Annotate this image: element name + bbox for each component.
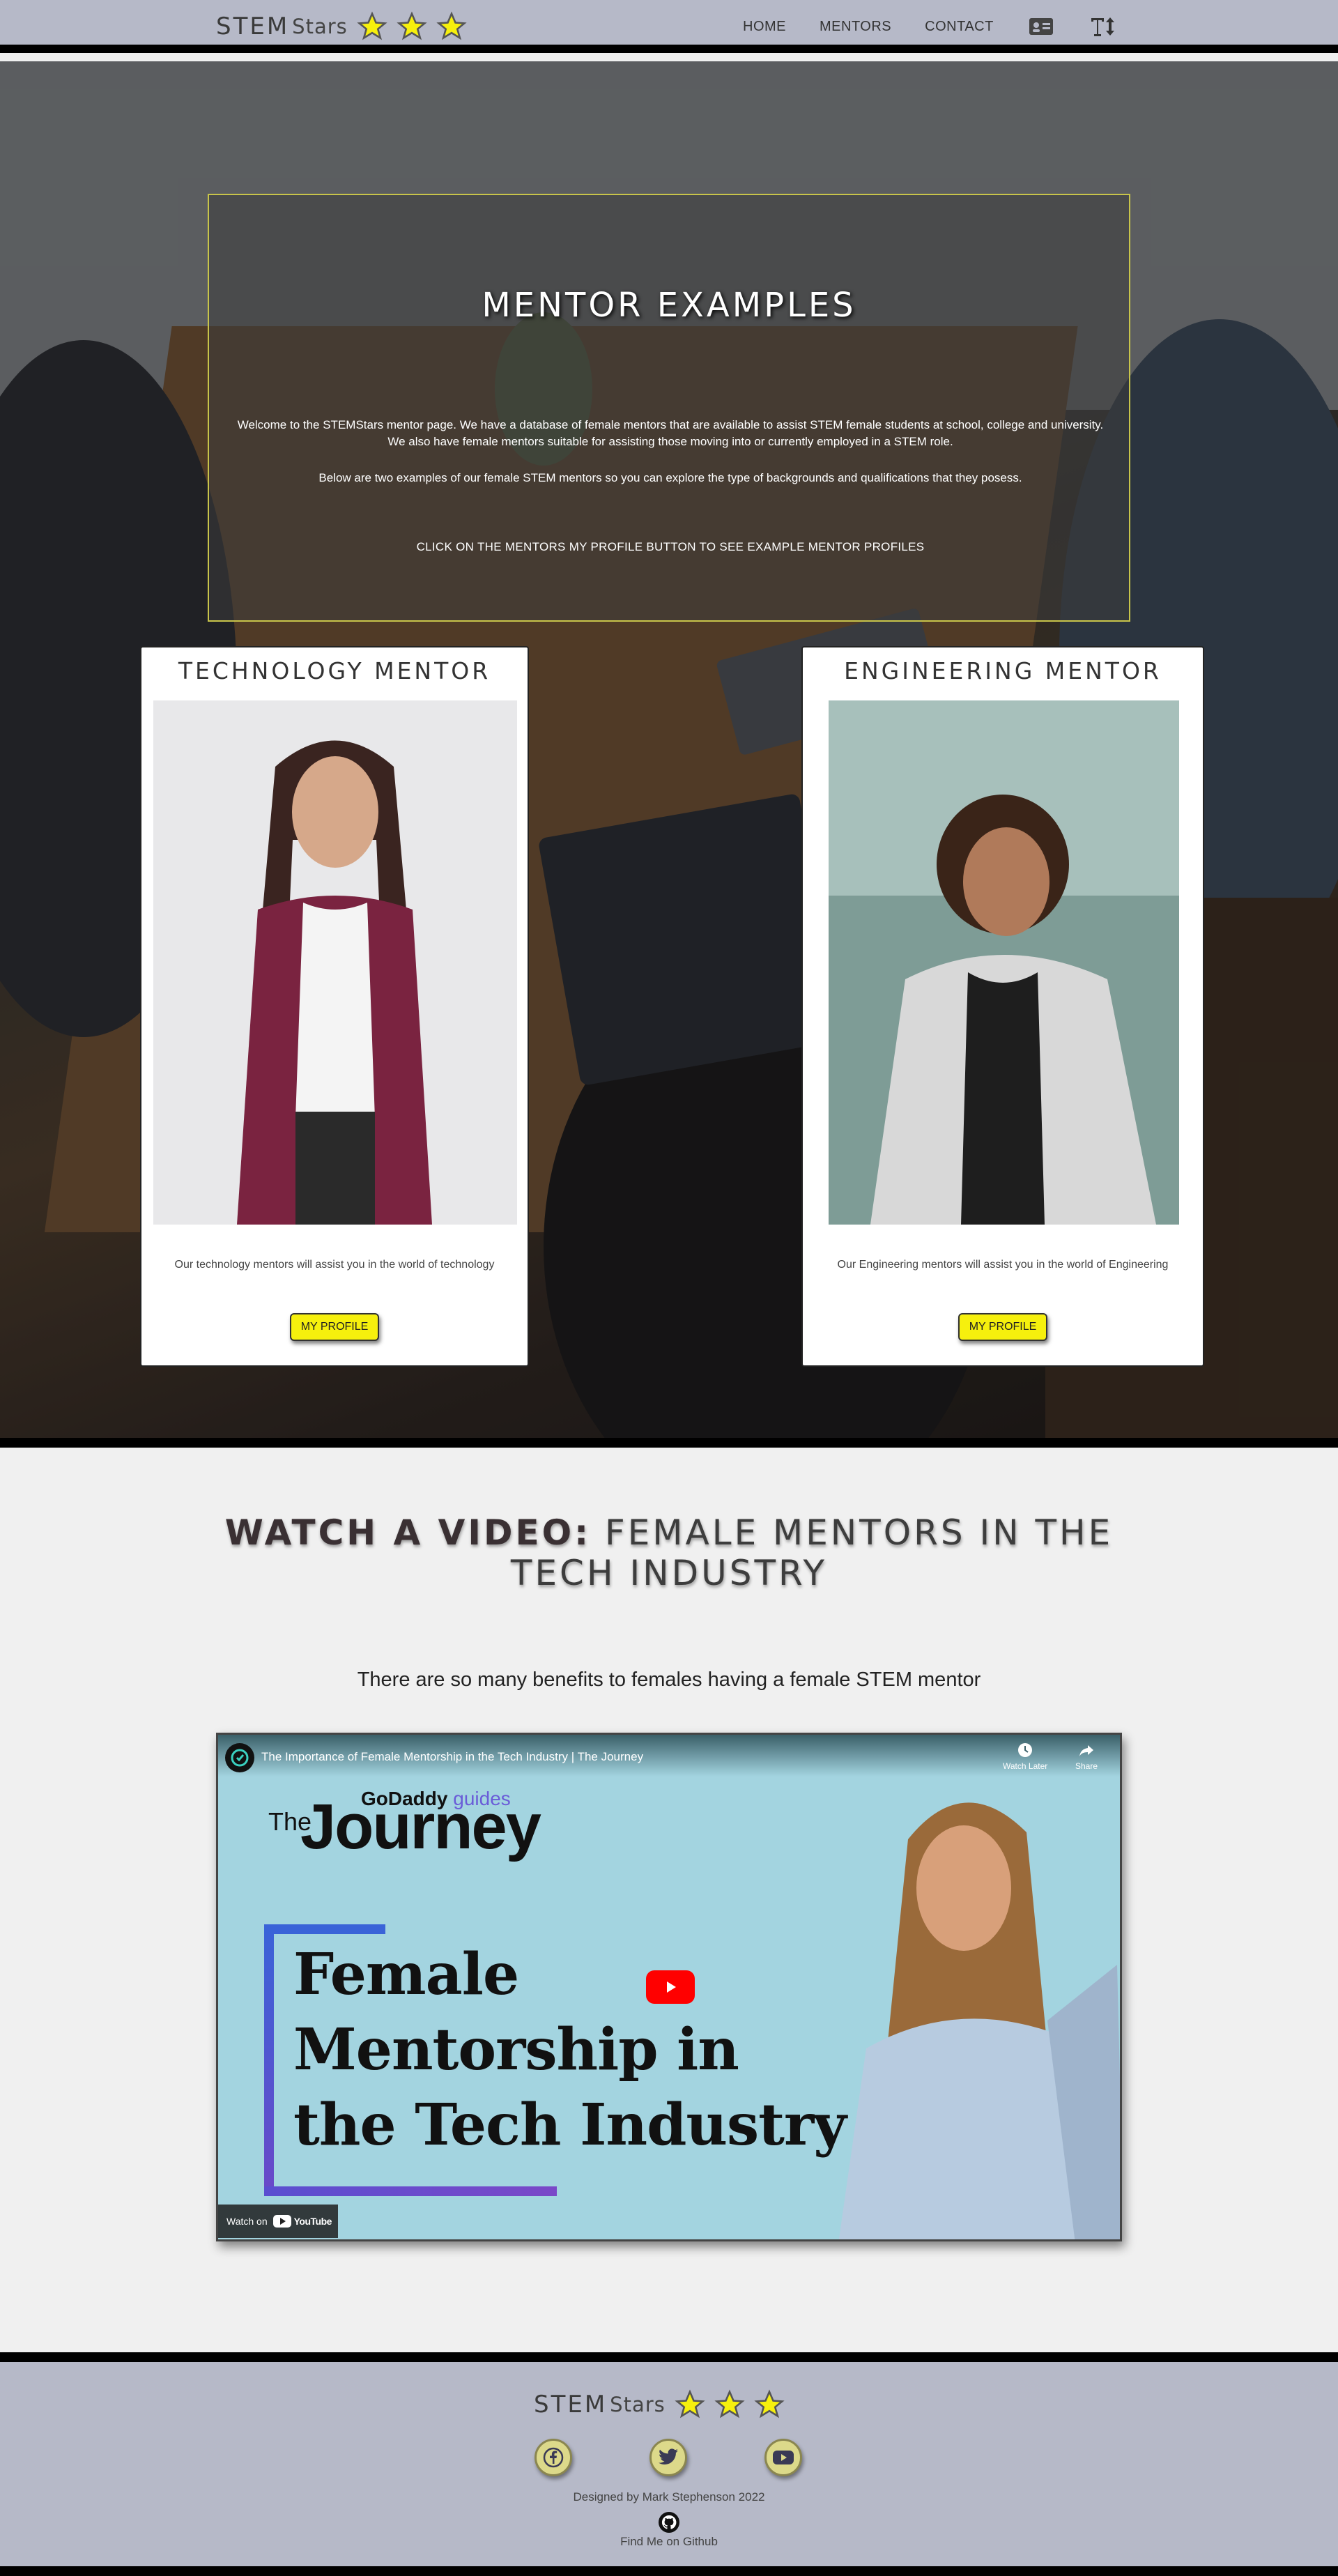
thumbnail-headline: Female Mentorship in the Tech Industry [293,1937,847,2163]
footer: STEM Stars Designed by Mark Stephenson 2… [0,2352,1338,2576]
brand-logo[interactable]: STEM Stars [216,11,467,42]
section-divider [0,1438,1338,1448]
video-title[interactable]: The Importance of Female Mentorship in t… [261,1750,643,1764]
star-icon [754,2389,785,2418]
footer-brand-logo[interactable]: STEM Stars [534,2387,785,2422]
nav-link-contact[interactable]: CONTACT [925,19,994,35]
intro-paragraph: Welcome to the STEMStars mentor page. We… [237,418,1104,448]
share-icon [1079,1745,1094,1756]
watch-on-youtube-button[interactable]: Watch on YouTube [218,2205,338,2238]
brand-stars-text: Stars [610,2393,666,2416]
brand-stem-text: STEM [216,13,290,40]
navbar: STEM Stars HOME MENTORS CONTACT [0,0,1338,53]
nav-links: HOME MENTORS CONTACT [743,15,1150,38]
mentor-photo-engineering [829,700,1179,1225]
thumbnail-line: Mentorship in [293,2016,739,2083]
nav-link-mentors[interactable]: MENTORS [820,19,891,35]
mentor-card-description: Our technology mentors will assist you i… [174,1259,495,1271]
youtube-label: YouTube [293,2216,332,2227]
channel-logo-icon[interactable] [225,1743,254,1772]
mentor-photo-technology [153,700,517,1225]
video-heading: WATCH A VIDEO: FEMALE MENTORS IN THE TEC… [209,1512,1129,1593]
page-title: MENTOR EXAMPLES [482,286,856,325]
youtube-social-icon[interactable] [764,2439,802,2476]
mentor-card-engineering: ENGINEERING MENTOR Our Engineering mento… [801,646,1204,1367]
watch-later-label: Watch Later [1003,1761,1048,1771]
designed-by-text: Designed by Mark Stephenson 2022 [573,2490,765,2504]
video-thumbnail-person [824,1756,1120,2239]
star-icon [357,11,387,40]
github-icon[interactable] [658,2511,680,2533]
video-heading-bold: WATCH A VIDEO: [224,1512,592,1553]
share-label: Share [1075,1761,1098,1771]
watch-on-label: Watch on [226,2216,268,2227]
bracket-decoration [264,2186,557,2196]
mentor-card-title: ENGINEERING MENTOR [844,657,1162,684]
youtube-icon [272,2215,291,2228]
intro-cta-text: CLICK ON THE MENTORS MY PROFILE BUTTON T… [416,540,925,553]
twitter-icon[interactable] [649,2439,687,2476]
thumbnail-line: the Tech Industry [293,2092,847,2159]
github-link[interactable]: Find Me on Github [0,2535,1338,2549]
watch-later-button[interactable]: Watch Later [1003,1742,1047,1771]
mentor-card-description: Our Engineering mentors will assist you … [837,1259,1169,1271]
intro-paragraph-2: Below are two examples of our female STE… [318,471,1022,484]
thumbnail-journey: Journey [300,1791,541,1862]
nav-link-home[interactable]: HOME [743,19,786,35]
hero-background-image: MENTOR EXAMPLES Welcome to the STEMStars… [0,61,1338,1438]
brand-stem-text: STEM [534,2391,608,2418]
mentor-card-title: TECHNOLOGY MENTOR [178,657,491,684]
brand-stars-text: Stars [292,15,348,38]
star-icon [397,11,427,40]
thumbnail-line: Female [293,1941,519,2008]
play-icon [667,1981,676,1993]
video-heading-rest: FEMALE MENTORS IN THE TECH INDUSTRY [510,1512,1114,1593]
share-button[interactable]: Share [1075,1742,1098,1771]
play-button[interactable] [646,1970,695,2004]
clock-icon [1018,1743,1033,1757]
intro-box: MENTOR EXAMPLES Welcome to the STEMStars… [208,194,1130,622]
bracket-decoration [264,1924,274,2196]
my-profile-button[interactable]: MY PROFILE [290,1313,379,1341]
facebook-icon[interactable] [535,2439,572,2476]
my-profile-button[interactable]: MY PROFILE [958,1313,1047,1341]
star-icon [675,2389,705,2418]
youtube-video-embed[interactable]: The Importance of Female Mentorship in t… [216,1733,1122,2241]
star-icon [714,2389,745,2418]
video-subheading: There are so many benefits to females ha… [357,1669,981,1691]
id-card-icon[interactable] [1027,15,1055,38]
star-icon [436,11,467,40]
text-height-icon[interactable] [1089,15,1116,38]
mentor-card-technology: TECHNOLOGY MENTOR Our technology mentors… [140,646,529,1367]
bracket-decoration [264,1924,385,1934]
